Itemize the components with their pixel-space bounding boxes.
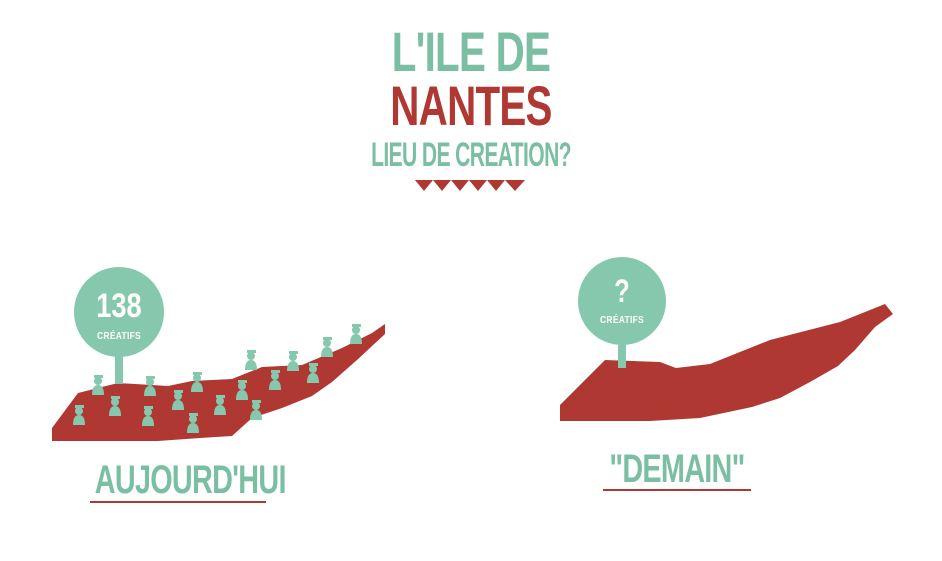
person-icon: [321, 337, 333, 357]
creatives-count-bubble-tomorrow: ? CRÉATIFS: [578, 257, 666, 345]
creatives-count-tomorrow: ?: [614, 273, 630, 309]
creatives-label-today: CRÉATIFS: [97, 331, 141, 342]
person-icon: [287, 351, 299, 371]
creatives-label-tomorrow: CRÉATIFS: [600, 315, 644, 326]
creatives-count-bubble-today: 138 CRÉATIFS: [74, 267, 164, 357]
person-icon: [350, 324, 362, 344]
bubble-stem-tomorrow: [618, 342, 626, 368]
person-icon: [92, 375, 104, 395]
caption-today: AUJOURD'HUI: [94, 458, 287, 502]
person-icon: [245, 350, 257, 370]
caption-tomorrow-underline: [603, 489, 751, 491]
caption-tomorrow: "DEMAIN": [609, 447, 745, 491]
creatives-count-today: 138: [96, 287, 142, 325]
bubble-stem-today: [115, 354, 123, 384]
caption-today-underline: [90, 501, 266, 503]
